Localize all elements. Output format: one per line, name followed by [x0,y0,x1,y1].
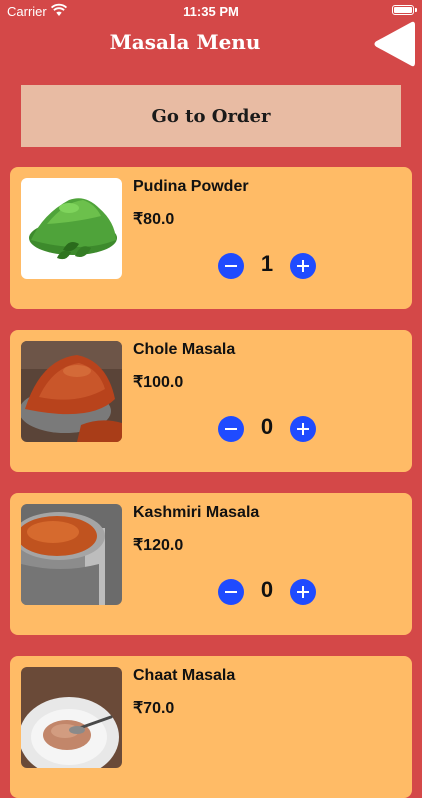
product-image-kashmiri-masala [21,504,122,605]
product-price: ₹70.0 [133,700,175,717]
product-name: Kashmiri Masala [133,504,260,521]
product-name: Chole Masala [133,341,236,358]
minus-icon [225,428,237,430]
increment-button[interactable] [290,253,316,279]
decrement-button[interactable] [218,579,244,605]
product-card: Chole Masala ₹100.0 0 [10,330,412,472]
product-image-chaat-masala [21,667,122,768]
increment-button[interactable] [290,579,316,605]
quantity-value: 0 [260,577,274,602]
quantity-value: 1 [260,251,274,276]
product-image-pudina-powder [21,178,122,279]
product-name: Chaat Masala [133,667,236,684]
product-price: ₹80.0 [133,211,175,228]
product-price: ₹100.0 [133,374,184,391]
quantity-stepper: 0 [218,414,316,442]
product-price: ₹120.0 [133,537,184,554]
status-time: 11:35 PM [183,4,239,19]
minus-icon [225,591,237,593]
decrement-button[interactable] [218,416,244,442]
status-bar: Carrier 11:35 PM [0,0,422,22]
product-card: Kashmiri Masala ₹120.0 0 [10,493,412,635]
increment-button[interactable] [290,416,316,442]
go-to-order-button[interactable]: Go to Order [21,85,401,147]
decrement-button[interactable] [218,253,244,279]
quantity-stepper: 0 [218,577,316,605]
product-card: Chaat Masala ₹70.0 [10,656,412,798]
triangle-left-icon [374,21,415,67]
page-title: Masala Menu [109,30,261,54]
minus-icon [225,265,237,267]
quantity-value: 0 [260,414,274,439]
product-name: Pudina Powder [133,178,249,195]
product-card: Pudina Powder ₹80.0 1 [10,167,412,309]
quantity-stepper: 1 [218,251,316,279]
product-image-chole-masala [21,341,122,442]
battery-icon [392,5,417,15]
back-button[interactable] [372,20,416,68]
